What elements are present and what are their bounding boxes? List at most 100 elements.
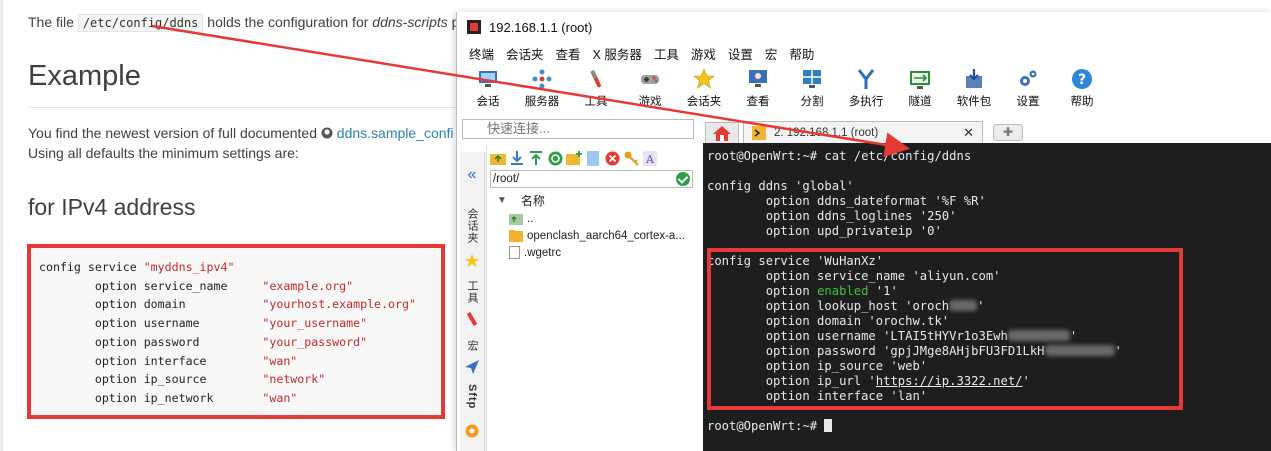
sftp-tab-icon: [463, 424, 481, 438]
menu-xserver[interactable]: X 服务器: [587, 44, 648, 63]
new-file-icon[interactable]: [585, 150, 601, 166]
split-button[interactable]: 分割: [785, 64, 839, 114]
gears-icon: [1017, 68, 1039, 90]
servers-button[interactable]: 服务器: [515, 64, 569, 114]
window-title: 192.168.1.1 (root): [489, 19, 593, 35]
code-line: option service_name "example.org": [39, 278, 354, 293]
collapse-chevron-icon[interactable]: «: [463, 166, 481, 184]
side-tab-sftp[interactable]: Sftp: [463, 384, 481, 409]
tools-icon: [585, 68, 607, 90]
multiexec-icon: [855, 68, 877, 90]
session-tab-active[interactable]: 2. 192.168.1.1 (root) ✕: [743, 121, 983, 143]
download-icon[interactable]: [509, 150, 525, 166]
title-bar: 192.168.1.1 (root): [457, 12, 1271, 42]
main-toolbar: 会话 服务器 工具 游戏 会话夹 查看 分割 多执行 隧道 软件包 设置 ? 帮…: [457, 64, 1271, 114]
example-code-block: config service "myddns_ipv4" option serv…: [27, 244, 445, 419]
sftp-browser: A /root/ ▼ 名称 .. openclash_aarch64_corte…: [486, 146, 696, 451]
menu-games[interactable]: 游戏: [685, 44, 722, 63]
page-heading: Example: [28, 60, 141, 92]
svg-text:?: ?: [1078, 72, 1086, 88]
terminal-cursor: [824, 419, 833, 432]
code-line: config service "myddns_ipv4": [39, 260, 235, 274]
session-button[interactable]: 会话: [461, 64, 515, 114]
sort-arrow-icon: ▼: [497, 194, 507, 206]
text-mode-icon[interactable]: A: [642, 150, 658, 166]
view-button[interactable]: 查看: [731, 64, 785, 114]
file-row-file[interactable]: .wgetrc: [487, 244, 696, 261]
multiexec-button[interactable]: 多执行: [839, 64, 893, 114]
quick-connect-input[interactable]: [485, 120, 689, 137]
svg-text:A: A: [645, 153, 655, 166]
menu-help[interactable]: 帮助: [783, 44, 820, 63]
quick-connect-box[interactable]: [462, 119, 694, 139]
gamepad-icon: [639, 68, 661, 90]
new-folder-icon[interactable]: [566, 150, 582, 166]
star-icon: [693, 68, 715, 90]
menu-bar: 终端 会话夹 查看 X 服务器 工具 游戏 设置 宏 帮助: [457, 42, 1271, 64]
menu-settings[interactable]: 设置: [722, 44, 759, 63]
menu-macros[interactable]: 宏: [759, 44, 784, 63]
file-row-folder[interactable]: openclash_aarch64_cortex-a...: [487, 227, 696, 244]
code-line: option ip_source "network": [39, 372, 326, 387]
code-line: option ip_network "wan": [39, 390, 298, 405]
side-tab-sessions[interactable]: 会话夹: [463, 208, 481, 244]
packages-button[interactable]: 软件包: [947, 64, 1001, 114]
upload-icon[interactable]: [528, 150, 544, 166]
page-border: [0, 0, 3, 451]
tools-tab-icon: [463, 312, 481, 326]
side-tab-tools[interactable]: 工具: [463, 280, 481, 304]
sample-config-link[interactable]: ddns.sample_confi: [321, 125, 454, 141]
app-logo-icon: [467, 20, 481, 34]
path-ok-icon[interactable]: [676, 172, 690, 186]
monitor-session-icon: [477, 68, 499, 90]
sftp-toolbar: A: [487, 146, 696, 170]
view-monitor-icon: [747, 68, 769, 90]
terminal-tab-icon: [752, 125, 766, 140]
code-line: option interface "wan": [39, 353, 298, 368]
file-row-parent[interactable]: ..: [487, 210, 696, 227]
terminal-highlight-box: [707, 248, 1183, 410]
close-tab-icon[interactable]: ✕: [963, 125, 974, 141]
package-icon: [963, 68, 985, 90]
github-icon: [321, 127, 333, 139]
heading-divider: [28, 107, 458, 108]
games-button[interactable]: 游戏: [623, 64, 677, 114]
menu-terminal[interactable]: 终端: [463, 44, 500, 63]
up-folder-icon: [509, 213, 523, 225]
folder-icon: [509, 229, 523, 242]
servers-icon: [531, 68, 553, 90]
session-tab-strip: 2. 192.168.1.1 (root) ✕ ✚: [701, 119, 1271, 143]
menu-view[interactable]: 查看: [550, 44, 587, 63]
home-tab[interactable]: [705, 122, 739, 143]
home-icon: [713, 126, 731, 141]
refresh-icon[interactable]: [547, 150, 563, 166]
tunnel-icon: [909, 68, 931, 90]
sessions-folder-button[interactable]: 会话夹: [677, 64, 731, 114]
doc-paragraph: You find the newest version of full docu…: [28, 125, 454, 141]
doc-paragraph-2: Using all defaults the minimum settings …: [28, 145, 299, 161]
file-list-header[interactable]: ▼ 名称: [487, 190, 696, 210]
file-icon: [509, 246, 520, 259]
split-icon: [801, 68, 823, 90]
delete-icon[interactable]: [604, 150, 620, 166]
new-tab-button[interactable]: ✚: [993, 124, 1023, 141]
side-tab-macros[interactable]: 宏: [463, 340, 481, 352]
code-listing: config service "myddns_ipv4" option serv…: [39, 258, 416, 408]
code-line: option domain "yourhost.example.org": [39, 297, 416, 312]
menu-tools[interactable]: 工具: [648, 44, 685, 63]
side-tab-bar: « 会话夹 工具 宏 Sftp: [460, 152, 485, 451]
help-icon: ?: [1071, 68, 1093, 90]
remote-path-field[interactable]: /root/: [490, 170, 693, 188]
macro-tab-icon: [463, 360, 481, 374]
tunnel-button[interactable]: 隧道: [893, 64, 947, 114]
help-button[interactable]: ? 帮助: [1055, 64, 1109, 114]
star-tab-icon: [463, 254, 481, 268]
menu-sessions[interactable]: 会话夹: [500, 44, 550, 63]
intro-text: The file /etc/config/ddns holds the conf…: [28, 14, 467, 32]
key-icon[interactable]: [623, 150, 639, 166]
config-path-code: /etc/config/ddns: [77, 14, 204, 32]
settings-button[interactable]: 设置: [1001, 64, 1055, 114]
parent-folder-icon[interactable]: [490, 150, 506, 166]
code-line: option username "your_username": [39, 316, 368, 331]
tools-button[interactable]: 工具: [569, 64, 623, 114]
